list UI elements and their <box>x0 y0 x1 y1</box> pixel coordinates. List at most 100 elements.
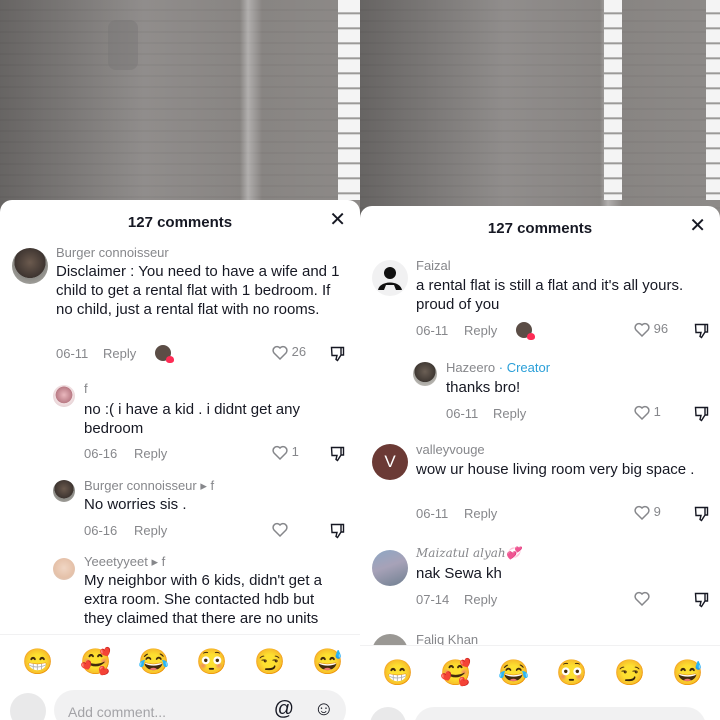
avatar <box>10 693 46 720</box>
quick-emoji-bar: 😁 🥰 😂 😳 😏 😅 <box>0 634 360 691</box>
avatar[interactable] <box>413 362 437 386</box>
quick-emoji-bar: 😁 🥰 😂 😳 😏 😅 <box>360 645 720 702</box>
dislike-button[interactable] <box>694 591 709 609</box>
emoji-smirk-button[interactable]: 😏 <box>254 647 285 677</box>
comment-username[interactable]: Hazeero · Creator <box>446 360 550 375</box>
like-count: 26 <box>291 344 307 359</box>
avatar[interactable] <box>372 550 408 586</box>
emoji-laugh-button[interactable]: 😂 <box>498 658 529 688</box>
comment-date: 06-16 <box>84 446 118 461</box>
heart-outline-icon <box>634 405 650 421</box>
heart-outline-icon <box>272 345 288 361</box>
liked-by-creator-icon <box>155 345 174 363</box>
emoji-smirk-button[interactable]: 😏 <box>614 658 645 688</box>
avatar-letter: V <box>384 452 396 471</box>
like-button[interactable]: 96 <box>634 321 669 338</box>
reply-button[interactable]: Reply <box>134 523 167 538</box>
thumbs-down-icon <box>694 592 709 608</box>
like-count: 1 <box>291 444 299 459</box>
like-button[interactable]: 26 <box>272 344 307 361</box>
comment-item: Burger connoisseur ▸ f No worries sis . … <box>0 478 360 542</box>
thumbs-down-icon <box>330 523 345 539</box>
comment-username[interactable]: valleyvouge <box>416 442 485 457</box>
avatar[interactable] <box>372 260 408 296</box>
reply-button[interactable]: Reply <box>464 506 497 521</box>
like-count: 96 <box>653 321 669 336</box>
comment-username[interactable]: Yeeetyyeet ▸ f <box>84 554 165 570</box>
thumbs-down-icon <box>330 346 345 362</box>
comment-username-text: Hazeero <box>446 360 496 375</box>
comment-date: 06-11 <box>416 506 449 521</box>
emoji-sweat-smile-button[interactable]: 😅 <box>672 658 703 688</box>
emoji-grin-button[interactable]: 😁 <box>382 658 413 688</box>
silhouette-icon <box>378 267 402 290</box>
dislike-button[interactable] <box>330 345 345 363</box>
close-icon[interactable]: ✕ <box>329 210 346 230</box>
comment-username[interactable]: Faliq Khan <box>416 632 478 646</box>
mention-at-icon[interactable]: @ <box>274 698 294 720</box>
heart-outline-icon <box>272 522 288 538</box>
avatar[interactable] <box>53 385 75 407</box>
dislike-button[interactable] <box>330 522 345 540</box>
reply-button[interactable]: Reply <box>134 446 167 461</box>
close-icon[interactable]: ✕ <box>689 216 706 236</box>
window-blinds <box>604 0 622 200</box>
comment-date: 06-11 <box>416 323 449 338</box>
emoji-laugh-button[interactable]: 😂 <box>138 647 169 677</box>
dislike-button[interactable] <box>694 405 709 423</box>
comment-text: Disclaimer : You need to have a wife and… <box>56 263 340 318</box>
comment-date: 07-14 <box>416 592 450 607</box>
emoji-grin-button[interactable]: 😁 <box>22 647 53 677</box>
dislike-button[interactable] <box>694 322 709 340</box>
comment-username[interactable]: Maizatul alyah💞 <box>416 546 521 560</box>
comment-username[interactable]: f <box>84 381 88 396</box>
dislike-button[interactable] <box>330 445 345 463</box>
like-button[interactable] <box>272 521 288 538</box>
like-button[interactable] <box>634 590 650 607</box>
comment-item: Hazeero · Creator thanks bro! 06-11 Repl… <box>360 360 720 424</box>
avatar[interactable] <box>12 248 48 284</box>
comment-username[interactable]: Burger connoisseur ▸ f <box>84 478 214 494</box>
avatar[interactable] <box>53 558 75 580</box>
right-screenshot: 127 comments ✕ Faizal a rental flat is s… <box>360 0 720 720</box>
comment-username[interactable]: Burger connoisseur <box>56 245 169 260</box>
like-button[interactable]: 9 <box>634 504 661 521</box>
window-blinds <box>338 0 360 200</box>
emoji-hearts-button[interactable]: 🥰 <box>80 647 111 677</box>
emoji-picker-icon[interactable]: ☺ <box>314 698 334 720</box>
creator-badge: · Creator <box>498 360 551 375</box>
like-count: 1 <box>653 404 661 419</box>
comment-text: no :( i have a kid . i didnt get any bed… <box>84 401 300 437</box>
avatar[interactable]: V <box>372 444 408 480</box>
emoji-hearts-button[interactable]: 🥰 <box>440 658 471 688</box>
comment-item: V valleyvouge wow ur house living room v… <box>360 442 720 526</box>
comment-date: 06-11 <box>446 406 479 421</box>
reply-button[interactable]: Reply <box>464 323 497 338</box>
heart-outline-icon <box>272 445 288 461</box>
like-button[interactable]: 1 <box>634 404 661 421</box>
emoji-flushed-button[interactable]: 😳 <box>556 658 587 688</box>
reply-button[interactable]: Reply <box>493 406 526 421</box>
emoji-sweat-smile-button[interactable]: 😅 <box>312 647 343 677</box>
comment-date: 06-16 <box>84 523 118 538</box>
comment-text: a rental flat is still a flat and it's a… <box>416 277 684 313</box>
like-button[interactable]: 1 <box>272 444 299 461</box>
comment-date: 06-11 <box>56 346 89 361</box>
thumbs-down-icon <box>694 323 709 339</box>
comment-username[interactable]: Faizal <box>416 258 451 273</box>
comments-count-title: 127 comments <box>127 214 233 231</box>
comment-input[interactable]: Add comment... @ ☺ <box>54 690 346 720</box>
emoji-flushed-button[interactable]: 😳 <box>196 647 227 677</box>
reply-button[interactable]: Reply <box>464 592 497 607</box>
heart-outline-icon <box>634 591 650 607</box>
dislike-button[interactable] <box>694 505 709 523</box>
like-count: 9 <box>653 504 661 519</box>
comment-text: thanks bro! <box>446 379 521 396</box>
comment-item: Faliq Khan <box>360 630 720 646</box>
reply-button[interactable]: Reply <box>103 346 136 361</box>
video-object <box>108 20 138 70</box>
comment-item: f no :( i have a kid . i didnt get any b… <box>0 380 360 464</box>
comment-input[interactable] <box>414 707 706 720</box>
avatar[interactable] <box>53 480 75 502</box>
comment-input-row: Add comment... @ ☺ <box>0 690 360 720</box>
